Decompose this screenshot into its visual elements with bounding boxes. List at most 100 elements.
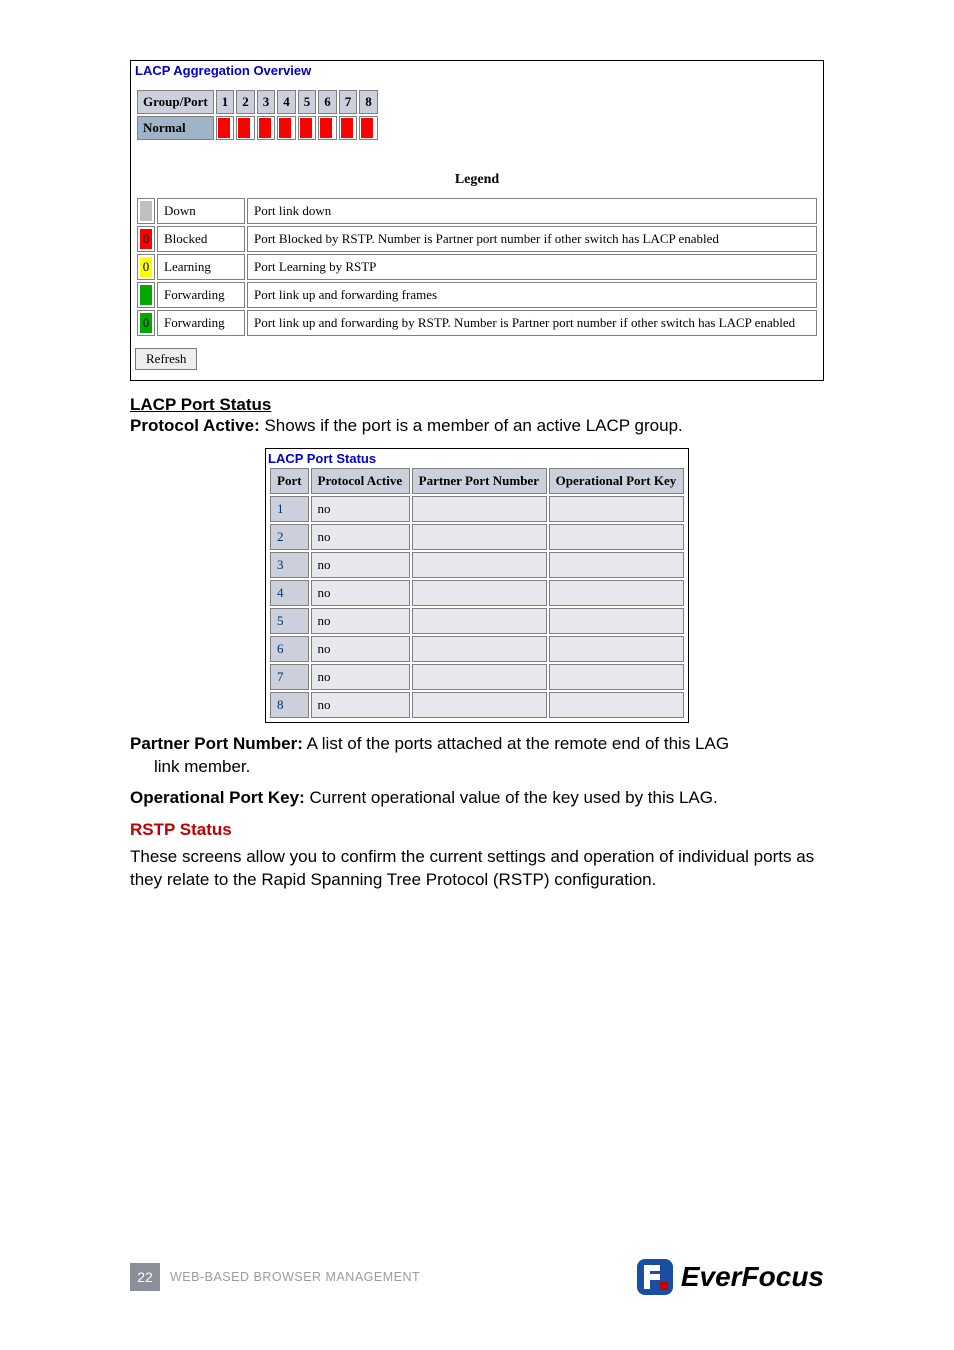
legend-desc-learning: Port Learning by RSTP xyxy=(247,254,817,280)
cell-protocol-active: no xyxy=(311,636,410,662)
cell-port: 8 xyxy=(270,692,309,718)
page-number: 22 xyxy=(130,1263,160,1291)
legend-swatch-forwarding-rstp: 0 xyxy=(137,310,155,336)
lacp-aggregation-overview-panel: LACP Aggregation Overview Group/Port 1 2… xyxy=(130,60,824,381)
port-header-8: 8 xyxy=(359,90,378,114)
cell-operational-port-key xyxy=(549,552,684,578)
legend-row-learning: 0 Learning Port Learning by RSTP xyxy=(137,254,817,280)
cell-port: 6 xyxy=(270,636,309,662)
port-status-table: Port Protocol Active Partner Port Number… xyxy=(268,466,686,720)
footer-text: WEB-BASED BROWSER MANAGEMENT xyxy=(170,1270,420,1284)
opk-text: Current operational value of the key use… xyxy=(305,788,718,807)
table-row: 1no xyxy=(270,496,684,522)
logo-mark-icon xyxy=(637,1259,673,1295)
cell-protocol-active: no xyxy=(311,608,410,634)
refresh-button[interactable]: Refresh xyxy=(135,348,197,370)
cell-protocol-active: no xyxy=(311,664,410,690)
legend-name-down: Down xyxy=(157,198,245,224)
legend-swatch-blocked: 0 xyxy=(137,226,155,252)
cell-port: 4 xyxy=(270,580,309,606)
cell-partner-port-number xyxy=(412,692,547,718)
partner-port-number-def: Partner Port Number: A list of the ports… xyxy=(130,733,824,779)
cell-operational-port-key xyxy=(549,664,684,690)
col-operational-port-key: Operational Port Key xyxy=(549,468,684,494)
ppn-text-line1: A list of the ports attached at the remo… xyxy=(303,734,729,753)
cell-partner-port-number xyxy=(412,580,547,606)
table-row: 2no xyxy=(270,524,684,550)
lacp-port-status-heading: LACP Port Status xyxy=(130,395,824,415)
normal-row-label: Normal xyxy=(137,116,214,140)
group-port-table: Group/Port 1 2 3 4 5 6 7 8 Normal xyxy=(135,88,380,142)
table-row: 5no xyxy=(270,608,684,634)
port-header-4: 4 xyxy=(277,90,296,114)
overview-title: LACP Aggregation Overview xyxy=(135,63,819,78)
legend-row-forwarding-rstp: 0 Forwarding Port link up and forwarding… xyxy=(137,310,817,336)
legend-desc-down: Port link down xyxy=(247,198,817,224)
legend-desc-forwarding: Port link up and forwarding frames xyxy=(247,282,817,308)
port-status-4 xyxy=(277,116,296,140)
port-status-title: LACP Port Status xyxy=(268,451,686,466)
opk-label: Operational Port Key: xyxy=(130,788,305,807)
protocol-active-text: Shows if the port is a member of an acti… xyxy=(260,416,683,435)
legend-swatch-learning: 0 xyxy=(137,254,155,280)
port-header-2: 2 xyxy=(236,90,255,114)
port-status-7 xyxy=(339,116,358,140)
cell-operational-port-key xyxy=(549,580,684,606)
port-status-6 xyxy=(318,116,337,140)
legend-title: Legend xyxy=(135,172,819,188)
table-row: 3no xyxy=(270,552,684,578)
cell-protocol-active: no xyxy=(311,552,410,578)
port-status-3 xyxy=(257,116,276,140)
port-status-1 xyxy=(216,116,235,140)
cell-operational-port-key xyxy=(549,692,684,718)
table-row: 7no xyxy=(270,664,684,690)
legend-name-blocked: Blocked xyxy=(157,226,245,252)
cell-port: 7 xyxy=(270,664,309,690)
cell-operational-port-key xyxy=(549,524,684,550)
page-footer: 22 WEB-BASED BROWSER MANAGEMENT EverFocu… xyxy=(130,1259,824,1295)
table-row: 6no xyxy=(270,636,684,662)
table-row: 4no xyxy=(270,580,684,606)
cell-partner-port-number xyxy=(412,496,547,522)
cell-partner-port-number xyxy=(412,636,547,662)
cell-partner-port-number xyxy=(412,552,547,578)
lacp-port-status-panel: LACP Port Status Port Protocol Active Pa… xyxy=(265,448,689,723)
cell-partner-port-number xyxy=(412,524,547,550)
cell-operational-port-key xyxy=(549,636,684,662)
port-status-5 xyxy=(298,116,317,140)
operational-port-key-def: Operational Port Key: Current operationa… xyxy=(130,787,824,810)
cell-protocol-active: no xyxy=(311,524,410,550)
legend-desc-forwarding-rstp: Port link up and forwarding by RSTP. Num… xyxy=(247,310,817,336)
protocol-active-label: Protocol Active: xyxy=(130,416,260,435)
everfocus-logo: EverFocus xyxy=(637,1259,824,1295)
port-header-3: 3 xyxy=(257,90,276,114)
legend-name-forwarding-rstp: Forwarding xyxy=(157,310,245,336)
protocol-active-line: Protocol Active: Shows if the port is a … xyxy=(130,415,824,438)
cell-operational-port-key xyxy=(549,496,684,522)
logo-text: EverFocus xyxy=(681,1261,824,1293)
port-header-7: 7 xyxy=(339,90,358,114)
rstp-status-text: These screens allow you to confirm the c… xyxy=(130,846,824,892)
cell-partner-port-number xyxy=(412,664,547,690)
cell-port: 1 xyxy=(270,496,309,522)
cell-protocol-active: no xyxy=(311,692,410,718)
port-header-1: 1 xyxy=(216,90,235,114)
cell-protocol-active: no xyxy=(311,496,410,522)
port-header-5: 5 xyxy=(298,90,317,114)
cell-operational-port-key xyxy=(549,608,684,634)
legend-name-learning: Learning xyxy=(157,254,245,280)
legend-desc-blocked: Port Blocked by RSTP. Number is Partner … xyxy=(247,226,817,252)
col-protocol-active: Protocol Active xyxy=(311,468,410,494)
legend-row-blocked: 0 Blocked Port Blocked by RSTP. Number i… xyxy=(137,226,817,252)
legend-row-forwarding: Forwarding Port link up and forwarding f… xyxy=(137,282,817,308)
rstp-status-heading: RSTP Status xyxy=(130,820,824,840)
legend-swatch-down xyxy=(137,198,155,224)
col-partner-port-number: Partner Port Number xyxy=(412,468,547,494)
port-status-8 xyxy=(359,116,378,140)
cell-port: 2 xyxy=(270,524,309,550)
cell-partner-port-number xyxy=(412,608,547,634)
port-status-2 xyxy=(236,116,255,140)
ppn-label: Partner Port Number: xyxy=(130,734,303,753)
group-port-header: Group/Port xyxy=(137,90,214,114)
cell-port: 5 xyxy=(270,608,309,634)
